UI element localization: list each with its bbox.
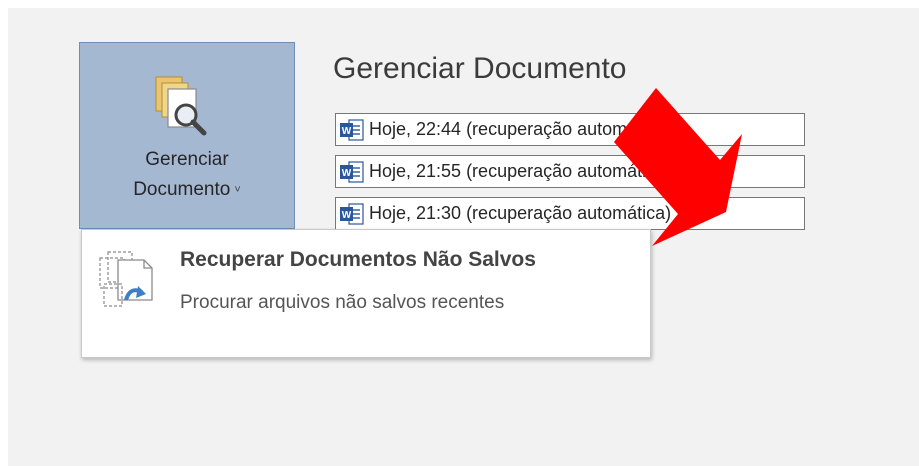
manage-label-line1: Gerenciar: [145, 149, 229, 170]
recover-unsaved-icon: [99, 251, 153, 307]
menu-item-title: Recuperar Documentos Não Salvos: [180, 248, 536, 271]
svg-text:W: W: [342, 168, 352, 179]
word-doc-icon: W: [340, 118, 364, 141]
menu-item-description: Procurar arquivos não salvos recentes: [180, 292, 505, 313]
manage-label-line2: Documento ˅: [80, 175, 294, 205]
manage-document-button[interactable]: Gerenciar Documento ˅: [79, 42, 295, 229]
manage-label-text: Documento: [133, 179, 231, 201]
word-doc-icon: W: [340, 202, 364, 225]
svg-text:W: W: [342, 126, 352, 137]
word-doc-icon: W: [340, 160, 364, 183]
manage-document-icon: [155, 76, 207, 136]
chevron-down-icon: ˅: [234, 184, 241, 196]
red-arrow: [614, 88, 742, 246]
svg-text:W: W: [342, 210, 352, 221]
